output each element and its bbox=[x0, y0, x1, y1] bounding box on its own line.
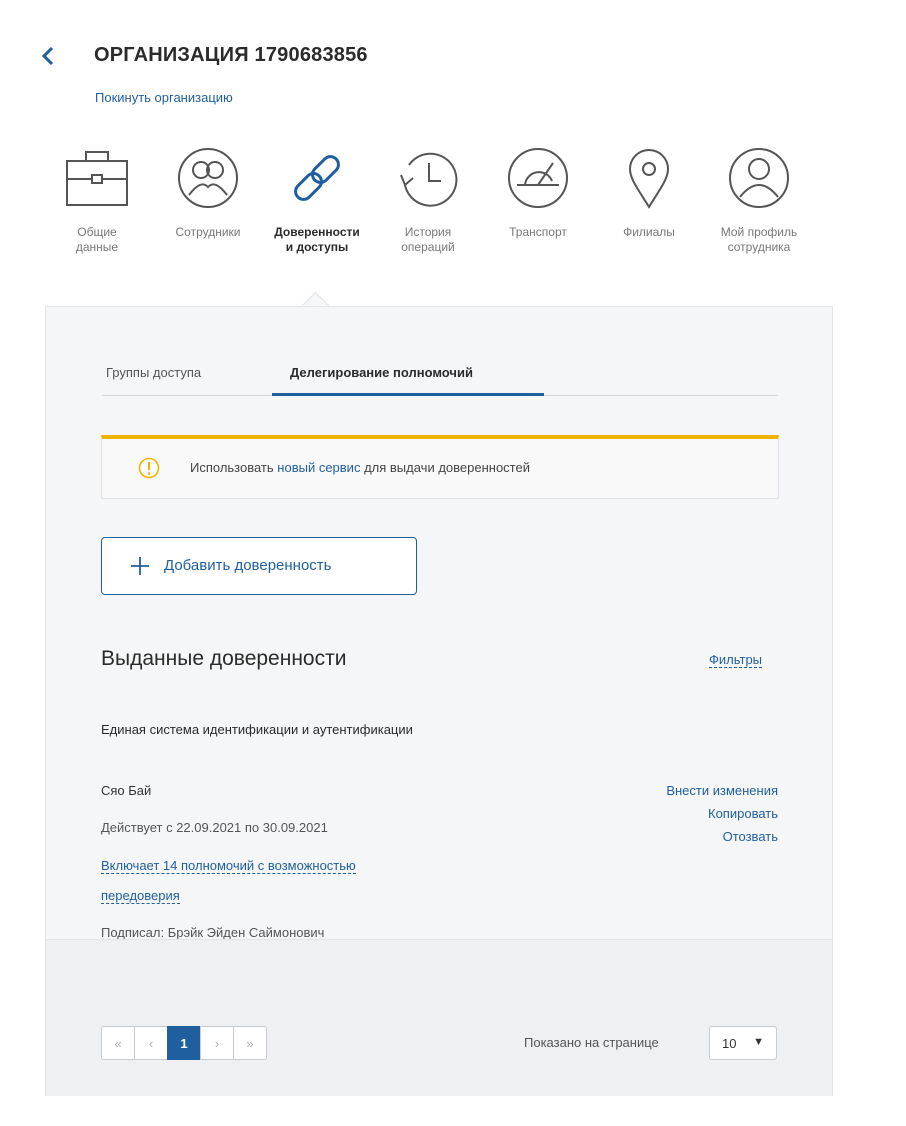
record-signed-by: Подписал: Брэйк Эйден Саймонович bbox=[101, 925, 325, 940]
edit-link[interactable]: Внести изменения bbox=[666, 779, 778, 802]
new-service-link[interactable]: новый сервис bbox=[277, 460, 360, 475]
speedometer-icon bbox=[508, 148, 568, 208]
nav-item-employees[interactable]: Сотрудники bbox=[153, 145, 263, 240]
plus-icon bbox=[131, 557, 149, 575]
per-page-select[interactable]: 10 ▼ bbox=[709, 1026, 777, 1060]
record-actions: Внести изменения Копировать Отозвать bbox=[666, 779, 778, 848]
next-page-button[interactable]: › bbox=[200, 1026, 234, 1060]
powers-panel: Группы доступа Делегирование полномочий … bbox=[45, 306, 833, 1096]
record-validity: Действует с 22.09.2021 по 30.09.2021 bbox=[101, 820, 328, 835]
nav-label-history: История операций bbox=[401, 225, 455, 254]
tabs: Группы доступа Делегирование полномочий bbox=[102, 357, 778, 396]
last-page-button[interactable]: » bbox=[233, 1026, 267, 1060]
nav-label-transport: Транспорт bbox=[509, 225, 567, 239]
pager: « ‹ 1 › » bbox=[101, 1026, 267, 1060]
user-profile-icon bbox=[729, 148, 789, 208]
page-button-current[interactable]: 1 bbox=[167, 1026, 201, 1060]
issued-section-title: Выданные доверенности bbox=[101, 647, 347, 670]
link-icon bbox=[294, 155, 340, 201]
record-person: Сяо Бай bbox=[101, 783, 152, 798]
people-icon bbox=[178, 148, 238, 208]
caret-down-icon: ▼ bbox=[753, 1036, 764, 1048]
briefcase-icon bbox=[66, 151, 128, 206]
add-button-label: Добавить доверенность bbox=[164, 557, 332, 574]
powers-link-line1[interactable]: Включает 14 полномочий с возможностью bbox=[101, 858, 356, 874]
filters-link[interactable]: Фильтры bbox=[709, 652, 763, 668]
nav-item-my-profile[interactable]: Мой профиль сотрудника bbox=[704, 145, 814, 255]
tab-delegation[interactable]: Делегирование полномочий bbox=[290, 365, 473, 380]
notice-banner: Использовать новый сервис для выдачи дов… bbox=[101, 435, 779, 499]
pagination-bar: « ‹ 1 › » Показано на странице 10 ▼ bbox=[46, 939, 832, 1096]
tab-access-groups[interactable]: Группы доступа bbox=[106, 365, 201, 380]
copy-link[interactable]: Копировать bbox=[666, 802, 778, 825]
section-nav: Общие данные Сотрудники Доверенности и дос… bbox=[46, 145, 846, 275]
nav-item-general[interactable]: Общие данные bbox=[42, 145, 152, 255]
nav-label-employees: Сотрудники bbox=[175, 225, 241, 239]
warning-icon bbox=[138, 457, 160, 479]
system-name: Единая система идентификации и аутентифи… bbox=[101, 722, 413, 737]
record-powers-link[interactable]: Включает 14 полномочий с возможностью пе… bbox=[101, 851, 481, 911]
nav-label-my-profile: Мой профиль сотрудника bbox=[720, 225, 798, 254]
back-chevron-icon[interactable] bbox=[38, 42, 60, 70]
nav-item-branches[interactable]: Филиалы bbox=[594, 145, 704, 240]
per-page-label: Показано на странице bbox=[524, 1035, 659, 1050]
page-title: ОРГАНИЗАЦИЯ 1790683856 bbox=[94, 44, 368, 66]
nav-item-transport[interactable]: Транспорт bbox=[483, 145, 593, 240]
notice-text-after: для выдачи доверенностей bbox=[360, 460, 530, 475]
leave-organization-link[interactable]: Покинуть организацию bbox=[95, 90, 233, 105]
history-icon bbox=[400, 152, 458, 207]
notice-text: Использовать новый сервис для выдачи дов… bbox=[190, 460, 530, 475]
nav-label-powers-of-attorney: Доверенности и доступы bbox=[274, 225, 360, 254]
notice-text-before: Использовать bbox=[190, 460, 278, 475]
nav-label-general: Общие данные bbox=[75, 225, 119, 254]
nav-item-history[interactable]: История операций bbox=[373, 145, 483, 255]
location-pin-icon bbox=[628, 149, 670, 209]
revoke-link[interactable]: Отозвать bbox=[666, 825, 778, 848]
active-tab-indicator bbox=[272, 393, 544, 396]
nav-item-powers-of-attorney[interactable]: Доверенности и доступы bbox=[262, 145, 372, 255]
first-page-button[interactable]: « bbox=[101, 1026, 135, 1060]
per-page-value: 10 bbox=[722, 1036, 737, 1051]
powers-link-line2[interactable]: передоверия bbox=[101, 888, 180, 904]
add-power-of-attorney-button[interactable]: Добавить доверенность bbox=[101, 537, 417, 595]
nav-label-branches: Филиалы bbox=[623, 225, 675, 239]
prev-page-button[interactable]: ‹ bbox=[134, 1026, 168, 1060]
